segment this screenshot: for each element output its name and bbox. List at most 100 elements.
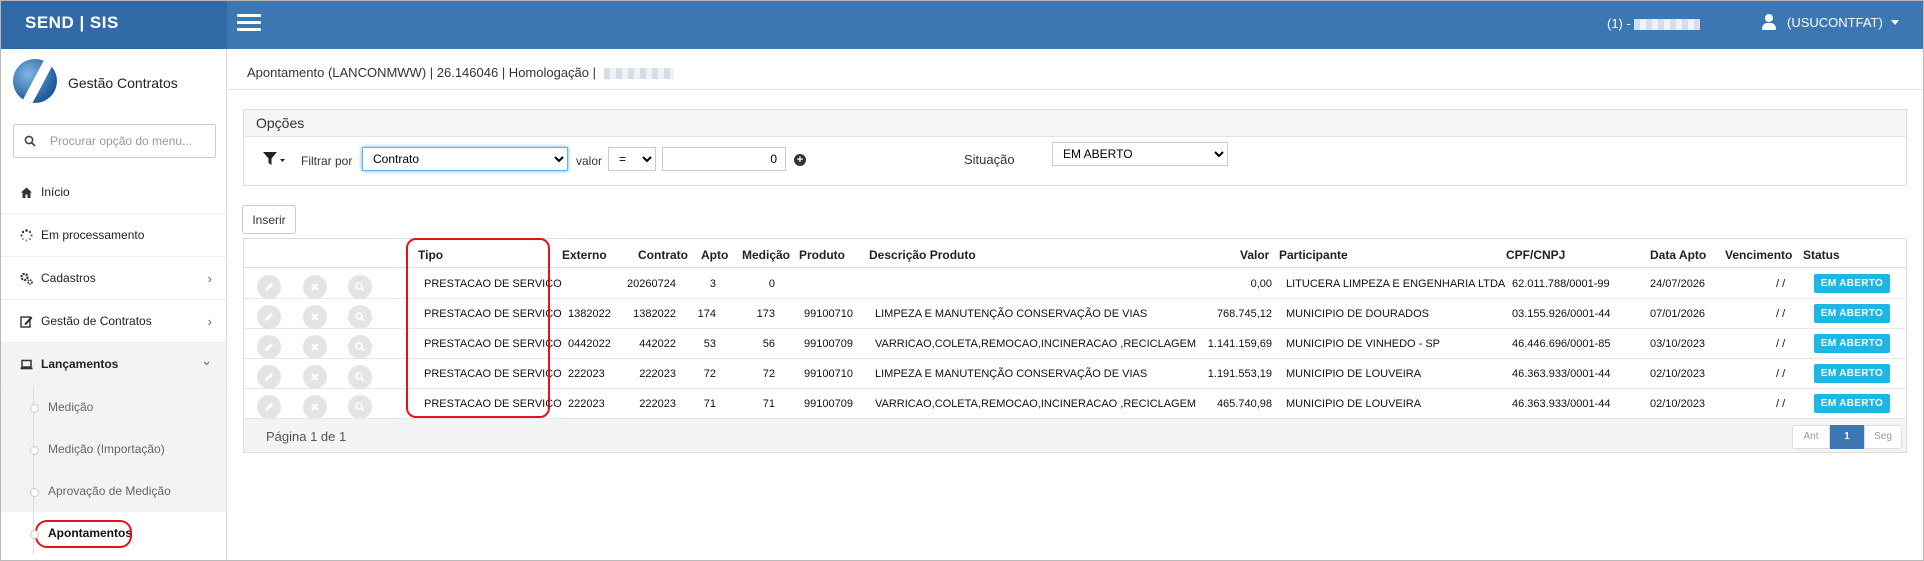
cell-participante: MUNICIPIO DE DOURADOS [1286,308,1430,320]
user-menu[interactable]: (USUCONTFAT) [1761,14,1899,30]
delete-row-button[interactable] [303,305,327,329]
sidebar-subitem-aprovacao-medicao[interactable]: Aprovação de Medição [1,470,226,512]
sidebar-subitem-medicao[interactable]: Medição [1,386,226,428]
view-icon [355,402,365,412]
column-header-contrato[interactable]: Contrato [638,248,688,262]
sidebar-subitem-label: Medição (Importação) [48,442,165,456]
delete-row-button[interactable] [303,365,327,389]
column-header-produto[interactable]: Produto [799,248,845,262]
status-badge[interactable]: EM ABERTO [1814,394,1890,413]
status-badge[interactable]: EM ABERTO [1814,364,1890,383]
cell-descricao: VARRICAO,COLETA,REMOCAO,INCINERACAO ,REC… [875,398,1197,410]
sidebar-item-lancamentos[interactable]: Lançamentos ⌄ [1,343,226,386]
status-badge[interactable]: EM ABERTO [1814,274,1890,293]
cell-apto: 174 [697,308,716,320]
filter-field-select[interactable]: Contrato [362,147,568,171]
cell-produto: 99100709 [804,398,853,410]
column-header-descricao[interactable]: Descrição Produto [869,248,976,262]
delete-icon [311,343,319,351]
delete-icon [311,283,319,291]
sidebar-item-label: Em processamento [41,228,145,242]
cell-descricao: VARRICAO,COLETA,REMOCAO,INCINERACAO ,REC… [875,338,1197,350]
cell-data-apto: 03/10/2023 [1650,338,1706,350]
filter-icon[interactable] [262,151,286,167]
home-icon [21,187,32,198]
search-icon [24,135,36,147]
table-row[interactable]: PRESTACAO DE SERVICO 0442022 442022 53 56 991… [244,329,1906,359]
column-header-apto[interactable]: Apto [701,248,728,262]
column-header-vencimento[interactable]: Vencimento [1725,248,1792,262]
cell-vencimento: / / [1776,278,1786,290]
cell-tipo: PRESTACAO DE SERVICO [424,398,562,410]
cell-data-apto: 02/10/2023 [1650,368,1706,380]
sidebar-item-em-processamento[interactable]: Em processamento [1,214,226,257]
operator-select[interactable]: = [608,147,656,171]
edit-row-button[interactable] [257,335,281,359]
caret-down-icon [1890,19,1899,25]
status-badge[interactable]: EM ABERTO [1814,334,1890,353]
edit-row-button[interactable] [257,395,281,419]
sidebar-item-gestao-contratos[interactable]: Gestão de Contratos › [1,300,226,343]
cell-tipo: PRESTACAO DE SERVICO [424,308,562,320]
delete-icon [311,313,319,321]
view-row-button[interactable] [348,335,372,359]
delete-row-button[interactable] [303,275,327,299]
table-row[interactable]: PRESTACAO DE SERVICO 222023 222023 71 71 9910… [244,389,1906,419]
cell-medicao: 72 [762,368,775,380]
options-title: Opções [244,110,1906,137]
table-row[interactable]: PRESTACAO DE SERVICO 1382022 1382022 174 173… [244,299,1906,329]
edit-row-button[interactable] [257,275,281,299]
column-header-medicao[interactable]: Medição [742,248,790,262]
menu-search-input[interactable] [50,131,210,151]
table-row[interactable]: PRESTACAO DE SERVICO 222023 222023 72 72 9910… [244,359,1906,389]
user-label: (USUCONTFAT) [1787,14,1883,30]
cell-medicao: 71 [762,398,775,410]
pagination-page-1[interactable]: 1 [1830,425,1864,449]
view-row-button[interactable] [348,305,372,329]
brand-logo[interactable]: SEND | SIS [1,1,227,49]
column-header-tipo[interactable]: Tipo [418,248,443,262]
delete-row-button[interactable] [303,395,327,419]
chevron-right-icon: › [207,271,212,286]
edit-row-button[interactable] [257,305,281,329]
insert-button[interactable]: Inserir [242,205,296,234]
top-bar: SEND | SIS (1) - (USUCONTFAT) [1,1,1923,49]
sidebar-item-label: Cadastros [41,271,96,285]
table-footer: Página 1 de 1 Ant 1 Seg [244,419,1906,452]
add-filter-icon[interactable]: + [794,154,806,166]
delete-icon [311,373,319,381]
cell-externo: 222023 [568,368,605,380]
sidebar-subitem-label: Aprovação de Medição [48,484,171,498]
column-header-participante[interactable]: Participante [1279,248,1348,262]
status-badge[interactable]: EM ABERTO [1814,304,1890,323]
view-row-button[interactable] [348,365,372,389]
table-row[interactable]: PRESTACAO DE SERVICO 20260724 3 0 0,00 LITUCE… [244,269,1906,299]
delete-row-button[interactable] [303,335,327,359]
menu-search [13,124,216,158]
column-header-cpf-cnpj[interactable]: CPF/CNPJ [1506,248,1565,262]
sidebar-item-inicio[interactable]: Início [1,171,226,214]
edit-row-button[interactable] [257,365,281,389]
pagination-prev[interactable]: Ant [1792,425,1830,449]
column-header-status[interactable]: Status [1803,248,1840,262]
cell-contrato: 20260724 [627,278,676,290]
sidebar-subitem-medicao-importacao[interactable]: Medição (Importação) [1,428,226,470]
cell-contrato: 442022 [639,338,676,350]
cell-descricao: LIMPEZA E MANUTENÇÃO CONSERVAÇÃO DE VIAS [875,368,1148,380]
cell-contrato: 222023 [639,398,676,410]
view-row-button[interactable] [348,395,372,419]
column-header-externo[interactable]: Externo [562,248,607,262]
valor-input[interactable] [662,147,786,171]
hamburger-menu-icon[interactable] [237,14,261,32]
cell-apto: 3 [709,278,716,290]
situacao-select[interactable]: EM ABERTO [1052,142,1228,166]
sidebar-item-cadastros[interactable]: Cadastros › [1,257,226,300]
view-row-button[interactable] [348,275,372,299]
column-header-data-apto[interactable]: Data Apto [1650,248,1706,262]
pagination-next[interactable]: Seg [1864,425,1902,449]
sidebar-subitem-apontamentos[interactable]: Apontamentos [1,512,226,554]
edit-icon [20,316,33,328]
cell-contrato: 222023 [639,368,676,380]
page-info: Página 1 de 1 [266,429,347,444]
column-header-valor[interactable]: Valor [1240,248,1269,262]
